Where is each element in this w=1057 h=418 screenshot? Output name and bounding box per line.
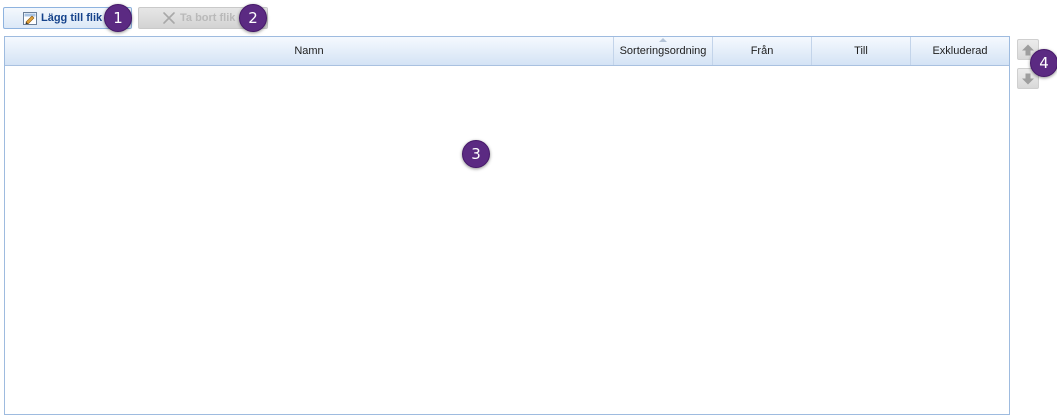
grid-header: Namn Sorteringsordning Från Till Exklude… <box>5 37 1009 66</box>
close-icon <box>163 12 175 24</box>
column-header-label: Exkluderad <box>932 45 988 57</box>
column-header-namn[interactable]: Namn <box>5 37 614 65</box>
column-header-label: Namn <box>294 45 324 57</box>
arrow-down-icon <box>1022 73 1034 84</box>
column-header-till[interactable]: Till <box>812 37 911 65</box>
column-header-exkluderad[interactable]: Exkluderad <box>911 37 1009 65</box>
column-header-label: Sorteringsordning <box>619 45 707 57</box>
callout-3: 3 <box>462 140 490 168</box>
callout-4: 4 <box>1030 49 1057 77</box>
remove-tab-label: Ta bort flik <box>180 12 236 24</box>
column-header-fran[interactable]: Från <box>713 37 812 65</box>
column-header-label: Till <box>854 45 868 57</box>
tabs-grid[interactable]: Namn Sorteringsordning Från Till Exklude… <box>4 36 1010 415</box>
grid-body[interactable] <box>5 66 1009 414</box>
callout-2: 2 <box>239 4 267 32</box>
tabs-editor: Lägg till flik Ta bort flik 1 2 3 4 Namn… <box>0 0 1057 418</box>
add-tab-icon <box>23 11 37 25</box>
column-header-sorteringsordning[interactable]: Sorteringsordning <box>614 37 713 65</box>
column-header-label: Från <box>750 45 774 57</box>
callout-1: 1 <box>104 4 132 32</box>
add-tab-label: Lägg till flik <box>41 12 103 24</box>
sort-ascending-icon <box>659 38 667 42</box>
